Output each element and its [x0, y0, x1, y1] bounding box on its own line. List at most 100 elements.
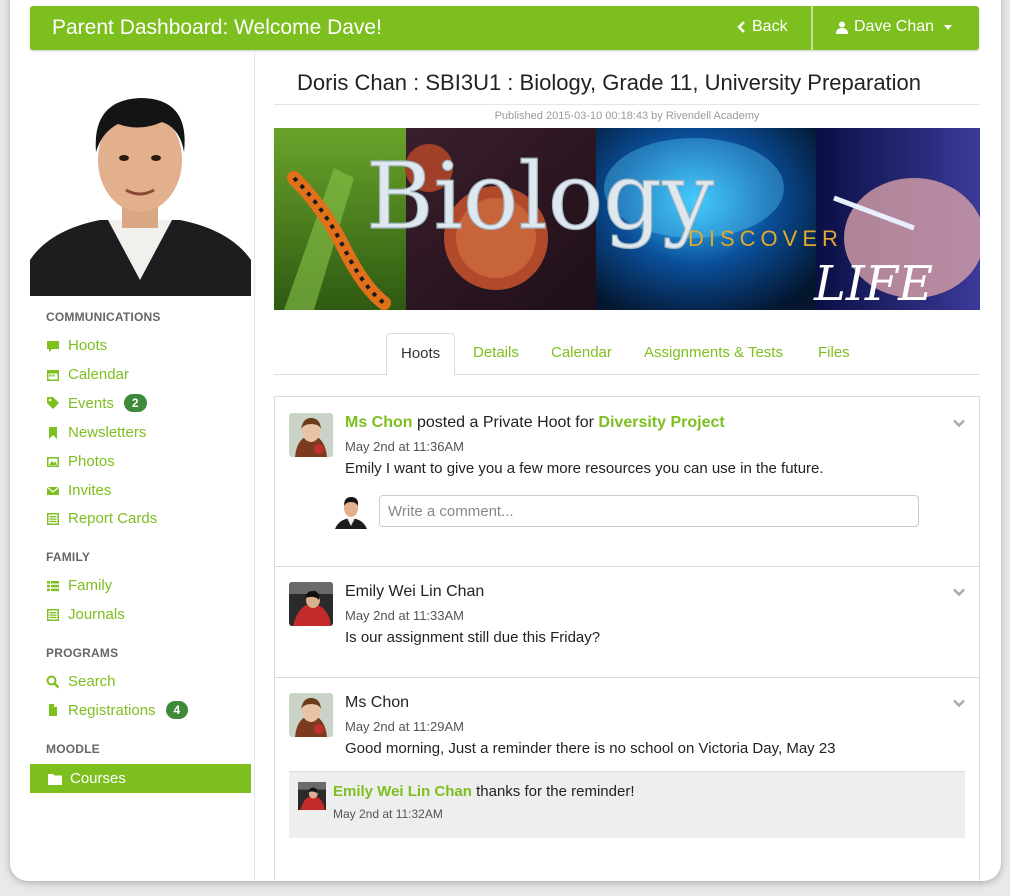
post-header: Emily Wei Lin Chan — [345, 583, 484, 601]
sidebar-item-family[interactable]: Family — [46, 577, 112, 594]
sidebar-item-label: Search — [68, 673, 116, 690]
file-icon — [49, 704, 57, 716]
back-label: Back — [752, 18, 788, 35]
post-body: Is our assignment still due this Friday? — [345, 629, 601, 646]
sidebar-item-label: Family — [68, 577, 113, 594]
chevron-left-icon — [737, 21, 745, 33]
sidebar-item-registrations[interactable]: Registrations 4 — [46, 701, 189, 719]
list-alt-icon — [47, 608, 59, 621]
feed-post: Ms Chon May 2nd at 11:29AM Good morning,… — [275, 677, 979, 881]
reply-author-avatar — [298, 782, 326, 810]
sidebar-item-newsletters[interactable]: Newsletters — [46, 424, 146, 441]
post-author[interactable]: Ms Chon — [345, 694, 409, 711]
sidebar: COMMUNICATIONS Hoots Calendar Events 2 N… — [30, 50, 255, 881]
sidebar-item-search[interactable]: Search — [46, 673, 116, 690]
post-time: May 2nd at 11:33AM — [345, 608, 464, 623]
sidebar-item-calendar[interactable]: Calendar — [46, 366, 129, 383]
post-author[interactable]: Emily Wei Lin Chan — [345, 583, 484, 600]
post-author-link[interactable]: Ms Chon — [345, 414, 413, 431]
chevron-down-icon[interactable] — [953, 417, 965, 429]
th-list-icon — [47, 580, 59, 591]
registrations-count-badge: 4 — [165, 701, 189, 719]
events-count-badge: 2 — [123, 394, 147, 412]
post-header: Ms Chon — [345, 694, 409, 712]
banner-discover: DISCOVER — [688, 226, 843, 251]
list-alt-icon — [47, 512, 59, 525]
author-avatar — [289, 582, 333, 626]
reply-time: May 2nd at 11:32AM — [333, 807, 443, 821]
sidebar-item-label: Events — [68, 394, 114, 412]
tab-assignments-tests[interactable]: Assignments & Tests — [630, 333, 797, 373]
sidebar-item-label: Registrations — [68, 701, 156, 719]
sidebar-item-events[interactable]: Events 2 — [46, 394, 147, 412]
sidebar-item-label: Hoots — [68, 337, 108, 354]
sidebar-divider — [254, 50, 255, 881]
section-heading-family: FAMILY — [46, 550, 91, 564]
picture-icon — [47, 456, 59, 467]
author-avatar — [289, 693, 333, 737]
bookmark-icon — [49, 426, 57, 439]
tags-icon — [47, 397, 59, 409]
post-body: Emily I want to give you a few more reso… — [345, 460, 824, 477]
sidebar-item-report-cards[interactable]: Report Cards — [46, 510, 157, 527]
sidebar-item-photos[interactable]: Photos — [46, 453, 115, 470]
chevron-down-icon[interactable] — [953, 697, 965, 709]
post-header: Ms Chon posted a Private Hoot for Divers… — [345, 414, 725, 432]
sidebar-item-label: Calendar — [68, 366, 129, 383]
profile-photo — [30, 80, 251, 296]
search-icon — [46, 675, 60, 688]
reply-comment: Emily Wei Lin Chan thanks for the remind… — [289, 771, 965, 838]
section-heading-moodle: MOODLE — [46, 742, 100, 756]
feed-post: Emily Wei Lin Chan May 2nd at 11:33AM Is… — [275, 566, 979, 678]
reply-message: thanks for the reminder! — [471, 783, 635, 800]
current-user-avatar — [333, 493, 369, 529]
sidebar-item-label: Invites — [68, 482, 112, 499]
banner-life: LIFE — [813, 256, 933, 310]
sidebar-item-invites[interactable]: Invites — [46, 482, 111, 499]
course-tabs: Hoots Details Calendar Assignments & Tes… — [274, 333, 980, 376]
comment-row — [333, 493, 919, 529]
tab-files[interactable]: Files — [804, 333, 864, 373]
user-menu-button[interactable]: Dave Chan — [836, 18, 953, 36]
comment-icon — [47, 340, 59, 352]
chevron-down-icon[interactable] — [953, 586, 965, 598]
back-button[interactable]: Back — [737, 18, 788, 36]
tab-details[interactable]: Details — [459, 333, 533, 373]
course-banner-image: Biology DISCOVER LIFE — [274, 128, 980, 310]
sidebar-item-label: Newsletters — [68, 424, 147, 441]
sidebar-item-label: Report Cards — [68, 510, 158, 527]
tab-hoots[interactable]: Hoots — [386, 333, 456, 376]
post-action-text: posted a Private Hoot for — [412, 414, 599, 431]
hoots-feed: Ms Chon posted a Private Hoot for Divers… — [274, 396, 980, 881]
sidebar-item-courses[interactable]: Courses — [30, 764, 251, 793]
app-window: Parent Dashboard: Welcome Dave! Back Dav… — [10, 0, 1001, 881]
post-body: Good morning, Just a reminder there is n… — [345, 740, 836, 757]
title-divider — [274, 104, 980, 105]
section-heading-programs: PROGRAMS — [46, 646, 119, 660]
caret-down-icon — [944, 24, 953, 30]
sidebar-item-label: Journals — [68, 606, 125, 623]
reply-text: Emily Wei Lin Chan thanks for the remind… — [333, 783, 635, 800]
course-title: Doris Chan : SBI3U1 : Biology, Grade 11,… — [297, 70, 922, 95]
author-avatar — [289, 413, 333, 457]
sidebar-item-journals[interactable]: Journals — [46, 606, 125, 623]
dashboard-title: Parent Dashboard: Welcome Dave! — [52, 16, 382, 39]
sidebar-item-hoots[interactable]: Hoots — [46, 337, 107, 354]
top-navbar: Parent Dashboard: Welcome Dave! Back Dav… — [30, 6, 979, 50]
reply-author-link[interactable]: Emily Wei Lin Chan — [333, 783, 472, 800]
post-target-link[interactable]: Diversity Project — [598, 414, 724, 431]
user-icon — [836, 21, 848, 34]
sidebar-item-label: Courses — [70, 770, 126, 787]
post-time: May 2nd at 11:36AM — [345, 439, 464, 454]
envelope-icon — [46, 486, 60, 495]
comment-input[interactable] — [379, 495, 919, 527]
sidebar-item-label: Photos — [68, 453, 115, 470]
user-name: Dave Chan — [854, 18, 935, 35]
calendar-icon — [47, 369, 59, 381]
tab-calendar[interactable]: Calendar — [537, 333, 626, 373]
folder-icon — [48, 773, 62, 785]
feed-post: Ms Chon posted a Private Hoot for Divers… — [275, 397, 979, 567]
published-info: Published 2015-03-10 00:18:43 by Rivende… — [494, 110, 760, 122]
banner-word: Biology — [366, 143, 714, 250]
section-heading-communications: COMMUNICATIONS — [46, 310, 161, 324]
